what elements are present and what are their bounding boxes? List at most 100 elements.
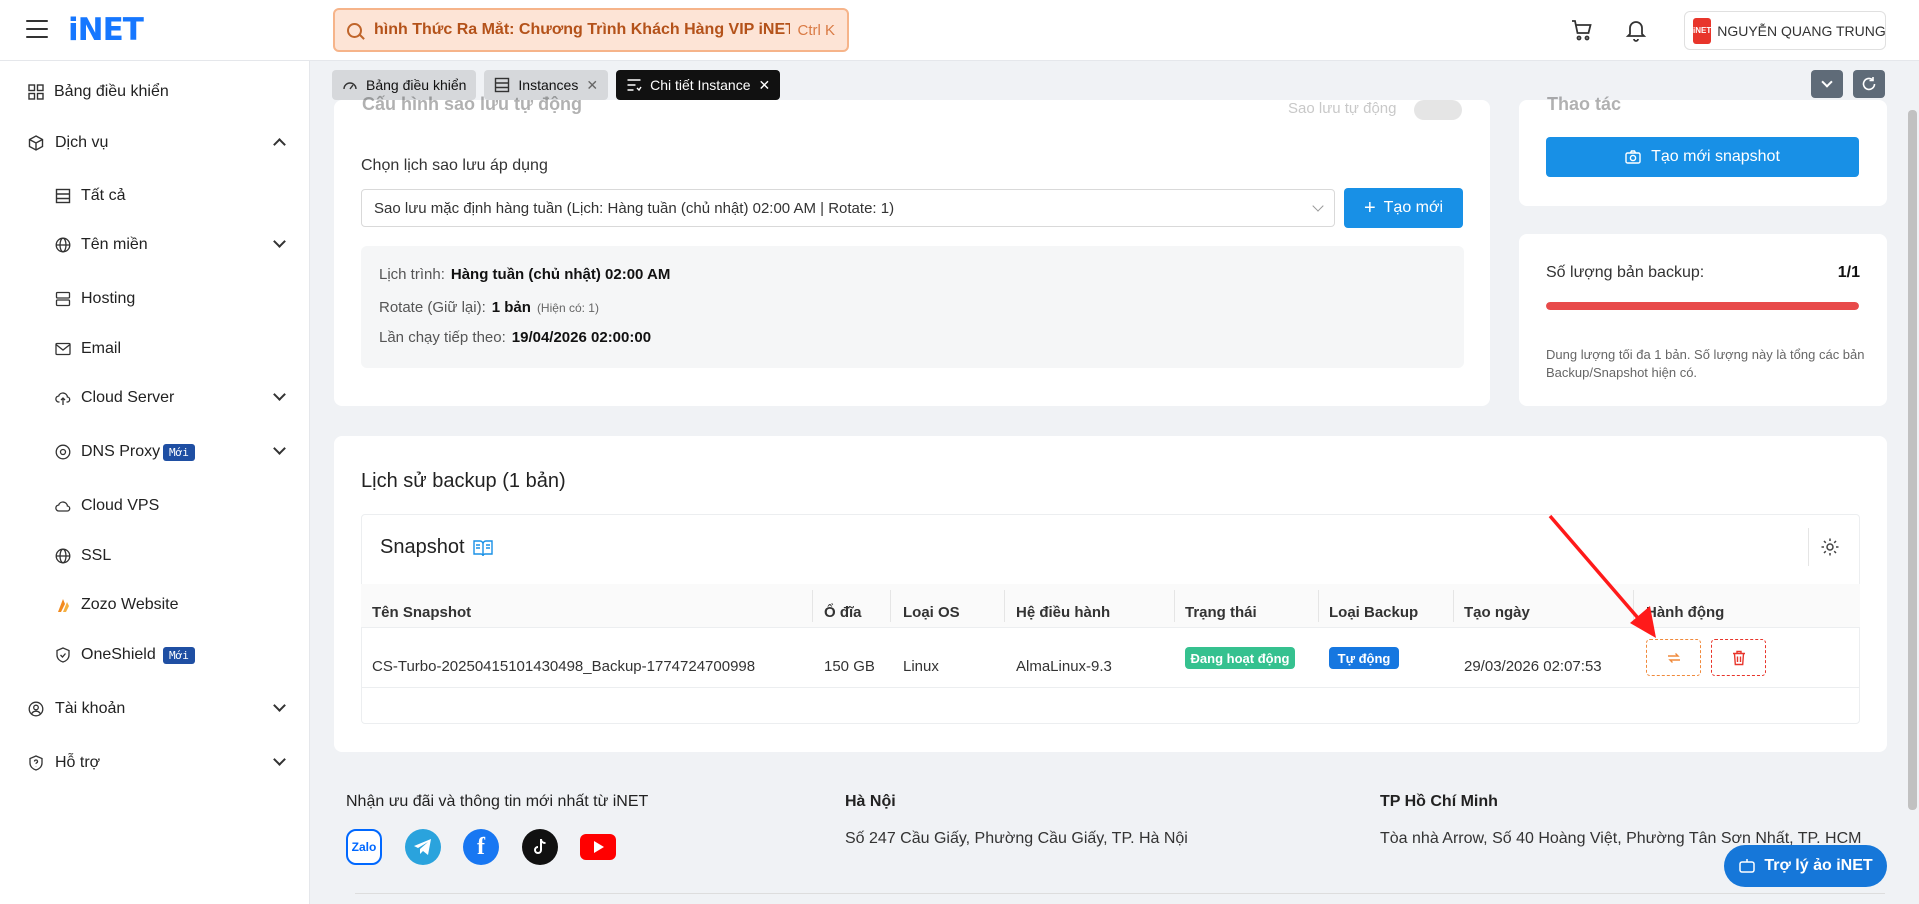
sidebar-label: Tài khoản (55, 700, 126, 717)
user-icon (28, 701, 44, 717)
sidebar-item-ssl[interactable]: SSL (0, 536, 310, 576)
plus-icon: + (1363, 196, 1376, 219)
zalo-label: Zalo (351, 840, 377, 854)
youtube-icon[interactable] (580, 829, 616, 865)
inet-logo[interactable]: iNET (68, 12, 144, 48)
search-text: hình Thức Ra Mắt: Chương Trình Khách Hàn… (374, 21, 790, 38)
book-icon[interactable] (472, 539, 493, 557)
new-badge: Mới (163, 443, 195, 461)
tiktok-icon[interactable] (522, 829, 558, 865)
sidebar-item-dashboard[interactable]: Bảng điều khiển (0, 72, 310, 112)
box-icon (28, 135, 44, 151)
dashboard-icon (28, 84, 44, 100)
facebook-icon[interactable]: f (463, 829, 499, 865)
sidebar-label: Cloud VPS (81, 497, 160, 514)
divider (1808, 528, 1809, 566)
sidebar-label: Bảng điều khiển (54, 83, 169, 100)
bell-icon[interactable] (1624, 17, 1648, 43)
sidebar-item-dns-proxy[interactable]: DNS Proxy Mới (0, 432, 310, 472)
collapse-button[interactable] (1811, 70, 1843, 98)
status-badge: Đang hoạt động (1185, 647, 1295, 669)
chevron-up-icon (273, 138, 286, 151)
button-label: Tạo mới snapshot (1651, 148, 1780, 165)
sidebar-label: Zozo Website (81, 596, 179, 613)
column-header[interactable]: Ổ đĩa (824, 604, 862, 621)
delete-button[interactable] (1711, 639, 1766, 676)
trash-icon (1732, 650, 1745, 665)
sidebar-label: Dịch vụ (55, 134, 109, 151)
sidebar-item-domain[interactable]: Tên miền (0, 225, 310, 265)
snapshot-os: AlmaLinux-9.3 (1016, 658, 1112, 675)
sidebar-item-zozo[interactable]: Zozo Website (0, 585, 310, 625)
search-icon (347, 22, 362, 38)
sidebar-item-email[interactable]: Email (0, 329, 310, 369)
rotate-info-row: Rotate (Giữ lại): 1 bản (Hiện có: 1) (379, 299, 599, 316)
cloud-icon (55, 501, 71, 512)
cart-icon[interactable] (1570, 18, 1594, 42)
new-badge: Mới (163, 646, 195, 664)
robot-icon (1739, 859, 1756, 873)
close-icon[interactable]: ✕ (586, 77, 598, 94)
backup-quota-card: Số lượng bản backup: 1/1 Dung lượng tối … (1519, 234, 1887, 406)
page-scrollbar[interactable] (1908, 110, 1917, 810)
gear-icon[interactable] (1820, 537, 1840, 557)
tab-label: Instances (518, 77, 579, 93)
auto-backup-toggle[interactable] (1414, 100, 1462, 120)
sidebar-label: Tất cả (81, 187, 126, 204)
column-header[interactable]: Tạo ngày (1464, 604, 1530, 621)
detail-icon (627, 79, 642, 92)
close-icon[interactable]: ✕ (758, 77, 770, 94)
quota-note: Dung lượng tối đa 1 bản. Số lượng này là… (1546, 347, 1865, 380)
button-label: Trợ lý ảo iNET (1764, 857, 1873, 874)
tab-instance-detail[interactable]: Chi tiết Instance ✕ (616, 70, 781, 100)
column-header[interactable]: Trạng thái (1185, 604, 1257, 621)
menu-icon[interactable] (26, 20, 48, 38)
help-icon (29, 755, 43, 771)
virtual-assistant-button[interactable]: Trợ lý ảo iNET (1724, 845, 1887, 887)
column-header[interactable]: Loại OS (903, 604, 960, 621)
sidebar-label: Hosting (81, 290, 136, 307)
zalo-icon[interactable]: Zalo (346, 829, 382, 865)
sidebar-item-account[interactable]: Tài khoản (0, 689, 310, 729)
gauge-icon (343, 82, 357, 90)
telegram-icon[interactable] (405, 829, 441, 865)
quota-value: 1/1 (1837, 264, 1860, 281)
column-header[interactable]: Tên Snapshot (372, 604, 471, 621)
sidebar-label: Cloud Server (81, 389, 175, 406)
sidebar-item-cloud-server[interactable]: Cloud Server (0, 378, 310, 418)
sidebar-item-cloud-vps[interactable]: Cloud VPS (0, 486, 310, 526)
create-snapshot-button[interactable]: Tạo mới snapshot (1546, 137, 1859, 177)
globe-icon (55, 237, 71, 253)
column-header[interactable]: Loại Backup (1329, 604, 1418, 621)
list-icon (55, 188, 71, 204)
schedule-select[interactable]: Sao lưu mặc định hàng tuần (Lịch: Hàng t… (361, 189, 1335, 227)
quota-label: Số lượng bản backup: (1546, 264, 1705, 281)
refresh-icon (1862, 77, 1876, 91)
footer-hanoi-title: Hà Nội (845, 793, 896, 810)
sidebar-item-services[interactable]: Dịch vụ (0, 123, 310, 163)
card-title: Cấu hình sao lưu tự động (362, 94, 583, 114)
quota-progress-fill (1546, 302, 1859, 310)
sidebar-item-support[interactable]: Hỗ trợ (0, 743, 310, 783)
sidebar-item-hosting[interactable]: Hosting (0, 279, 310, 319)
footer-hanoi-address: Số 247 Cầu Giấy, Phường Cầu Giấy, TP. Hà… (845, 830, 1188, 847)
schedule-label: Chọn lịch sao lưu áp dụng (361, 157, 548, 174)
sidebar-label: SSL (81, 547, 112, 564)
sidebar-label: Hỗ trợ (55, 754, 101, 771)
user-name: NGUYỄN QUANG TRUNG (1717, 22, 1886, 39)
search-bar[interactable]: hình Thức Ra Mắt: Chương Trình Khách Hàn… (333, 8, 849, 52)
user-menu[interactable]: iNET NGUYỄN QUANG TRUNG (1684, 11, 1886, 50)
mail-icon (55, 342, 71, 356)
chevron-down-icon (1821, 76, 1833, 88)
create-schedule-button[interactable]: + Tạo mới (1344, 188, 1463, 228)
refresh-button[interactable] (1853, 70, 1885, 98)
sidebar: Bảng điều khiển Dịch vụ Tất cả Tên miền … (0, 61, 310, 904)
card-title: Thao tác (1547, 94, 1622, 114)
sidebar-label: DNS Proxy (81, 443, 161, 460)
restore-button[interactable] (1646, 639, 1701, 676)
sidebar-item-oneshield[interactable]: OneShield Mới (0, 635, 310, 675)
footer-newsletter: Nhận ưu đãi và thông tin mới nhất từ iNE… (346, 793, 649, 810)
sidebar-label: Tên miền (81, 236, 148, 253)
sidebar-item-all[interactable]: Tất cả (0, 176, 310, 216)
column-header[interactable]: Hệ điều hành (1016, 604, 1110, 621)
